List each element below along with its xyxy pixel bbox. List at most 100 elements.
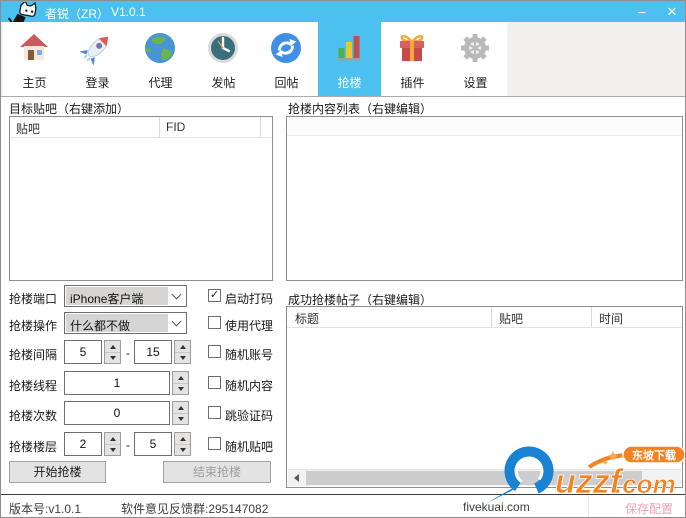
swoosh-icon	[487, 446, 554, 503]
brand-tld: .com	[615, 469, 676, 499]
title-bar: 者锐（ZR） V1.0.1 – ✕	[1, 1, 685, 29]
spin-down-button[interactable]	[175, 352, 190, 363]
tab-proxy[interactable]: 代理	[129, 22, 192, 96]
grab-content-list-header	[287, 117, 682, 136]
interval-from-input[interactable]: 5	[64, 340, 102, 364]
uzzf-watermark-logo: uzzf .com 东坡下载	[487, 445, 685, 503]
checkbox-random-content-label: 随机内容	[225, 379, 274, 393]
target-panel-label: 目标贴吧（右键添加）	[9, 102, 130, 116]
tab-settings-label: 设置	[463, 76, 488, 90]
port-combobox[interactable]: iPhone客户端	[64, 285, 187, 307]
port-combobox-value: iPhone客户端	[66, 287, 168, 305]
target-table-header: 贴吧 FID	[10, 117, 272, 138]
spin-down-button[interactable]	[175, 444, 190, 455]
tab-settings[interactable]: 设置	[444, 22, 507, 96]
barchart-icon	[337, 36, 361, 61]
checkbox-random-tieba[interactable]	[208, 437, 221, 450]
times-label: 抢楼次数	[9, 409, 58, 423]
times-spinner	[172, 401, 189, 425]
column-header-tieba[interactable]: 贴吧	[16, 120, 40, 137]
success-table-header: 标题 贴吧 时间	[287, 307, 682, 328]
threads-label: 抢楼线程	[9, 379, 58, 393]
column-divider[interactable]	[159, 117, 160, 137]
checkbox-random-tieba-label: 随机贴吧	[225, 440, 274, 454]
action-combobox-dropdown-button[interactable]	[169, 314, 185, 332]
column-divider[interactable]	[591, 307, 592, 327]
column-divider[interactable]	[260, 117, 261, 137]
close-button[interactable]: ✕	[661, 4, 683, 20]
tab-plugins[interactable]: 插件	[381, 22, 444, 96]
checkbox-random-content[interactable]	[208, 376, 221, 389]
tab-reply[interactable]: 回帖	[255, 22, 318, 96]
check-icon: ✓	[209, 289, 220, 301]
gear-icon	[461, 34, 489, 62]
stop-grab-button[interactable]: 结束抢楼	[163, 461, 271, 483]
tab-grab-floor-label: 抢楼	[337, 76, 362, 90]
checkbox-random-account-label: 随机账号	[225, 348, 274, 362]
port-combobox-dropdown-button[interactable]	[169, 287, 185, 305]
action-label: 抢楼操作	[9, 319, 58, 333]
floors-from-spinner	[104, 432, 121, 456]
column-header-time[interactable]: 时间	[599, 310, 623, 327]
globe-icon	[145, 33, 175, 63]
action-combobox[interactable]: 什么都不做	[64, 312, 187, 334]
range-separator: -	[126, 346, 130, 360]
minimize-button[interactable]: –	[631, 4, 653, 19]
tab-home[interactable]: 主页	[3, 22, 66, 96]
interval-to-input[interactable]: 15	[134, 340, 172, 364]
spin-down-button[interactable]	[105, 352, 120, 363]
app-window: 者锐（ZR） V1.0.1 – ✕ 主页 登录 代理 发帖 回帖 抢楼 插件 设…	[0, 0, 686, 518]
start-grab-button[interactable]: 开始抢楼	[9, 461, 106, 483]
checkbox-skip-captcha[interactable]	[208, 406, 221, 419]
floors-from-input[interactable]: 2	[64, 432, 102, 456]
tab-create-post[interactable]: 发帖	[192, 22, 255, 96]
times-input[interactable]: 0	[64, 401, 170, 425]
tab-login[interactable]: 登录	[66, 22, 129, 96]
checkbox-captcha-ocr[interactable]: ✓	[208, 289, 221, 302]
checkbox-skip-captcha-label: 跳验证码	[225, 409, 274, 423]
column-header-tieba[interactable]: 贴吧	[499, 310, 523, 327]
window-version: V1.0.1	[111, 5, 146, 19]
tab-plugins-label: 插件	[400, 76, 425, 90]
range-separator: -	[126, 438, 130, 452]
checkbox-captcha-ocr-label: 启动打码	[225, 292, 274, 306]
checkbox-use-proxy[interactable]	[208, 316, 221, 329]
status-feedback-group: 软件意见反馈群:295147082	[121, 502, 269, 516]
grab-content-list[interactable]	[286, 116, 683, 281]
spin-down-button[interactable]	[105, 444, 120, 455]
floors-to-spinner	[174, 432, 191, 456]
clock-icon	[208, 33, 238, 63]
port-label: 抢楼端口	[9, 292, 58, 306]
column-divider[interactable]	[491, 307, 492, 327]
column-header-title[interactable]: 标题	[295, 310, 319, 327]
window-title: 者锐（ZR）	[45, 7, 109, 21]
badge-text: 东坡下载	[632, 448, 676, 462]
refresh-icon	[271, 33, 301, 63]
content-panel-label: 抢楼内容列表（右键编辑）	[288, 102, 433, 116]
checkbox-use-proxy-label: 使用代理	[225, 319, 274, 333]
gift-icon	[400, 35, 424, 61]
target-tieba-table[interactable]: 贴吧 FID	[9, 116, 273, 281]
interval-label: 抢楼间隔	[9, 348, 58, 362]
chevron-down-icon	[171, 289, 182, 300]
action-combobox-value: 什么都不做	[66, 314, 168, 332]
status-version: 版本号:v1.0.1	[9, 502, 82, 516]
floors-to-input[interactable]: 5	[134, 432, 172, 456]
home-icon	[20, 34, 48, 60]
tab-create-post-label: 发帖	[211, 76, 236, 90]
spin-down-button[interactable]	[173, 383, 188, 394]
checkbox-random-account[interactable]	[208, 345, 221, 358]
scroll-left-arrow[interactable]	[288, 470, 304, 486]
tab-login-label: 登录	[85, 76, 110, 90]
tab-post-label: 代理	[148, 76, 173, 90]
interval-to-spinner	[174, 340, 191, 364]
column-header-fid[interactable]: FID	[166, 120, 185, 134]
tab-grab-floor[interactable]: 抢楼	[318, 22, 381, 96]
threads-input[interactable]: 1	[64, 371, 170, 395]
threads-spinner	[172, 371, 189, 395]
rocket-icon	[80, 36, 109, 65]
spin-down-button[interactable]	[173, 413, 188, 424]
toolbar: 主页 登录 代理 发帖 回帖 抢楼 插件 设置	[1, 22, 685, 97]
chevron-down-icon	[171, 316, 182, 327]
interval-from-spinner	[104, 340, 121, 364]
